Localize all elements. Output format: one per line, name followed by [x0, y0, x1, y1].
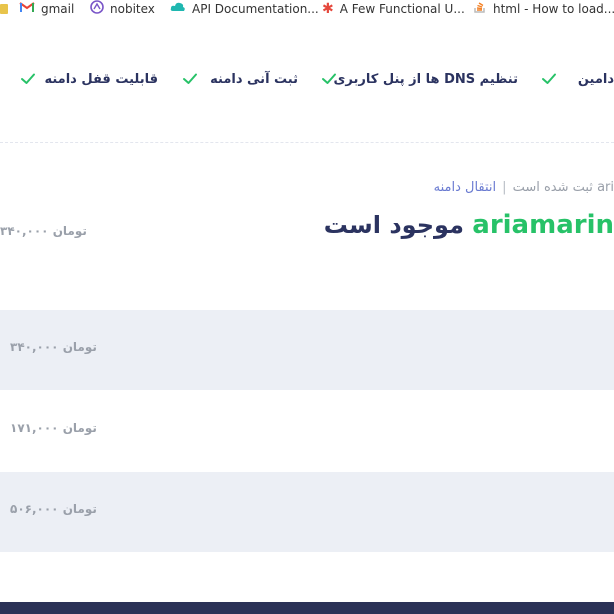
status-separator: | [502, 180, 507, 195]
bookmark-gmail[interactable]: gmail [19, 0, 74, 17]
transfer-domain-link[interactable]: انتقال دامنه [434, 180, 497, 195]
main-price: ۳۴۰,۰۰۰ تومان [0, 224, 87, 238]
table-row[interactable]: ۳۴۰,۰۰۰ تومان [0, 310, 614, 390]
feature-item-lock: قابلیت قفل دامنه [44, 68, 158, 90]
row-price: ۱۷۱,۰۰۰ تومان [10, 421, 97, 435]
feature-label: ثبت آنی دامنه [210, 71, 298, 87]
row-price: ۵۰۶,۰۰۰ تومان [10, 502, 97, 516]
folder-icon [0, 3, 8, 14]
bookmark-stackoverflow[interactable]: html - How to load... [473, 0, 614, 17]
bookmark-api-docs[interactable]: API Documentation... [170, 0, 319, 17]
availability-text: موجود است [323, 211, 473, 239]
footer-bar [0, 602, 614, 614]
gmail-icon [19, 1, 35, 16]
table-row[interactable]: ۵۰۶,۰۰۰ تومان [0, 472, 614, 552]
bookmark-label: html - How to load... [493, 1, 614, 16]
feature-item-instant: ثبت آنی دامنه [210, 68, 298, 90]
feature-item-domain: دامین [578, 68, 614, 90]
bookmark-label: gmail [41, 1, 75, 16]
searched-domain: ariamarin [472, 210, 614, 240]
bookmark-functional[interactable]: ✱ A Few Functional U... [322, 0, 465, 17]
nobitex-icon [90, 0, 104, 17]
table-row[interactable]: ۱۷۱,۰۰۰ تومان [0, 390, 614, 470]
check-icon [542, 73, 556, 84]
feature-label: تنظیم DNS ها از پنل کاربری [333, 71, 518, 87]
asterisk-icon: ✱ [322, 0, 334, 17]
bookmark-label: A Few Functional U... [339, 1, 465, 16]
check-icon [183, 73, 197, 84]
bookmark-label: API Documentation... [192, 1, 319, 16]
domain-status-line: ari ثبت شده است | انتقال دامنه [434, 180, 614, 200]
check-icon [21, 73, 35, 84]
section-divider [0, 142, 614, 143]
feature-label: قابلیت قفل دامنه [44, 71, 158, 87]
stackoverflow-icon [473, 0, 487, 17]
bookmarks-bar: gmail nobitex API Documentation... ✱ A F… [0, 0, 614, 17]
availability-headline: ariamarin موجود است [324, 210, 614, 250]
registered-text: ari ثبت شده است [512, 180, 614, 195]
feature-item-dns: تنظیم DNS ها از پنل کاربری [334, 68, 518, 90]
bookmark-partial[interactable] [0, 0, 14, 17]
feature-label: دامین [577, 71, 614, 87]
row-price: ۳۴۰,۰۰۰ تومان [10, 340, 97, 354]
check-icon [322, 73, 336, 84]
bookmark-nobitex[interactable]: nobitex [90, 0, 155, 17]
bookmark-label: nobitex [110, 1, 155, 16]
cloud-icon [170, 1, 186, 16]
